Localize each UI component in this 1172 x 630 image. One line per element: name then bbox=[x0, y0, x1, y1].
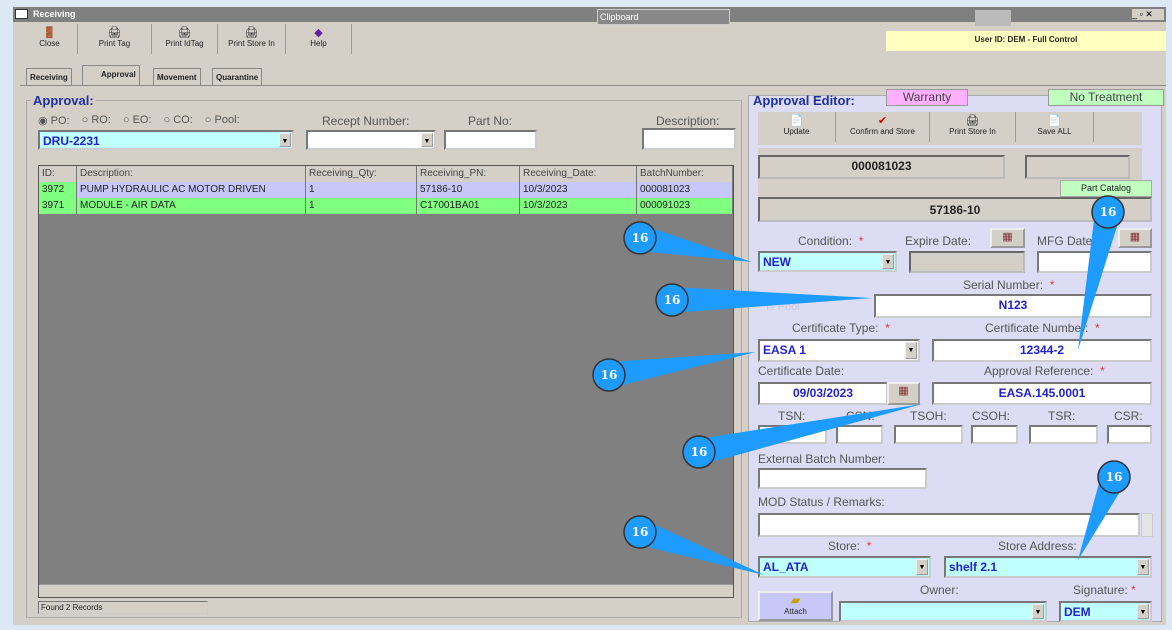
callout-marker: 16 bbox=[1078, 460, 1131, 560]
callout-number: 16 bbox=[691, 445, 708, 459]
callout-number: 16 bbox=[632, 525, 649, 539]
callout-marker: 16 bbox=[655, 283, 872, 317]
callout-marker: 16 bbox=[1078, 195, 1125, 350]
callout-marker: 16 bbox=[623, 221, 752, 262]
callout-number: 16 bbox=[1100, 205, 1117, 219]
callout-marker: 16 bbox=[623, 515, 764, 575]
callout-pointer bbox=[1078, 209, 1121, 350]
callout-pointer bbox=[606, 352, 756, 388]
callout-number: 16 bbox=[601, 368, 618, 382]
callout-overlay: 16 16 16 16 16 16 16 bbox=[592, 195, 1131, 575]
callout-marker: 16 bbox=[682, 404, 922, 469]
callout-pointer bbox=[696, 404, 922, 465]
callout-number: 16 bbox=[664, 293, 681, 307]
callout-pointer bbox=[671, 287, 872, 313]
callout-marker: 16 bbox=[592, 352, 756, 392]
callout-number: 16 bbox=[632, 231, 649, 245]
callout-number: 16 bbox=[1106, 470, 1123, 484]
